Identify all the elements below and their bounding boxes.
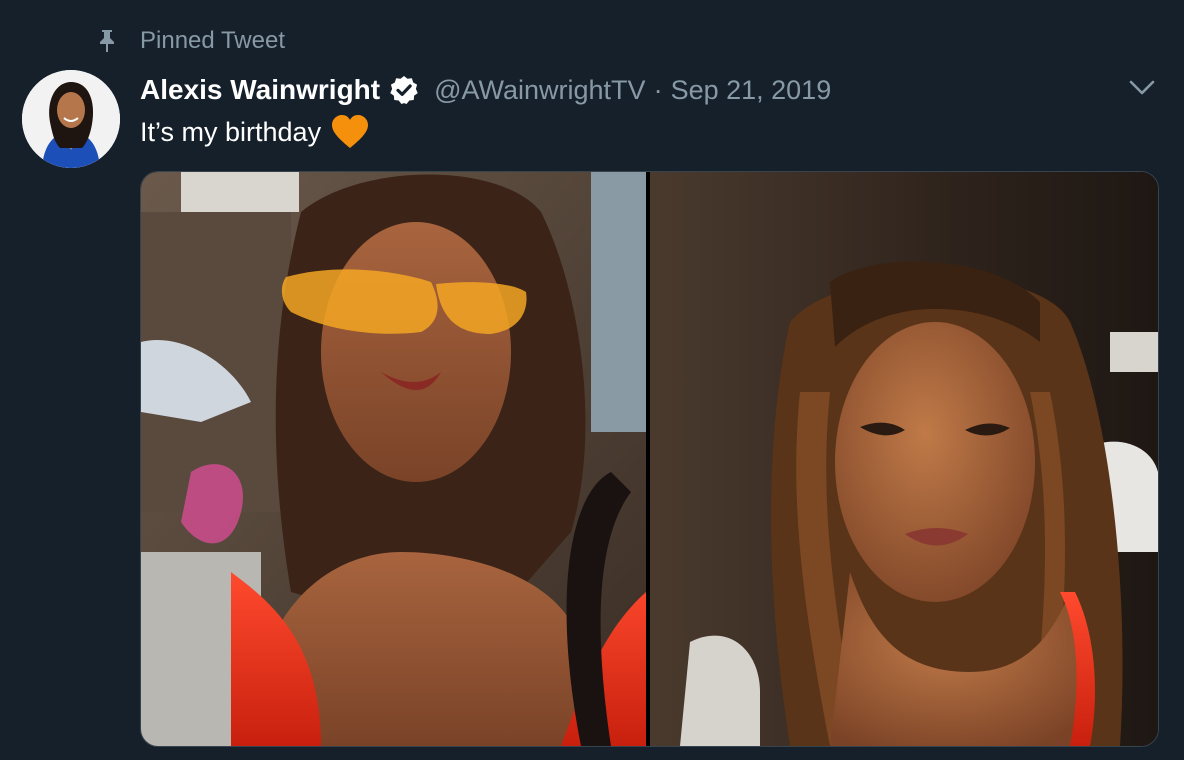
tweet-media-grid [140,171,1159,747]
more-options-chevron-down-icon[interactable] [1126,72,1158,104]
author-handle[interactable]: @AWainwrightTV [434,75,645,106]
avatar[interactable] [22,70,120,168]
tweet-photo-1[interactable] [141,172,646,746]
tweet-text-content: It’s my birthday [140,116,322,147]
author-display-name[interactable]: Alexis Wainwright [140,74,380,106]
tweet-text: It’s my birthday [140,112,369,152]
tweet-date[interactable]: Sep 21, 2019 [671,75,832,106]
verified-badge-icon [388,74,420,106]
tweet-photo-2[interactable] [650,172,1158,746]
header-separator: · [653,74,663,105]
pinned-tweet-indicator: Pinned Tweet [96,26,285,56]
pin-icon [96,28,118,54]
orange-heart-icon [331,115,369,149]
pinned-label: Pinned Tweet [140,27,285,54]
tweet-page: Pinned Tweet Alexis Wainwright @AWainwri… [0,0,1184,760]
tweet-header: Alexis Wainwright @AWainwrightTV · Sep 2… [140,70,831,110]
